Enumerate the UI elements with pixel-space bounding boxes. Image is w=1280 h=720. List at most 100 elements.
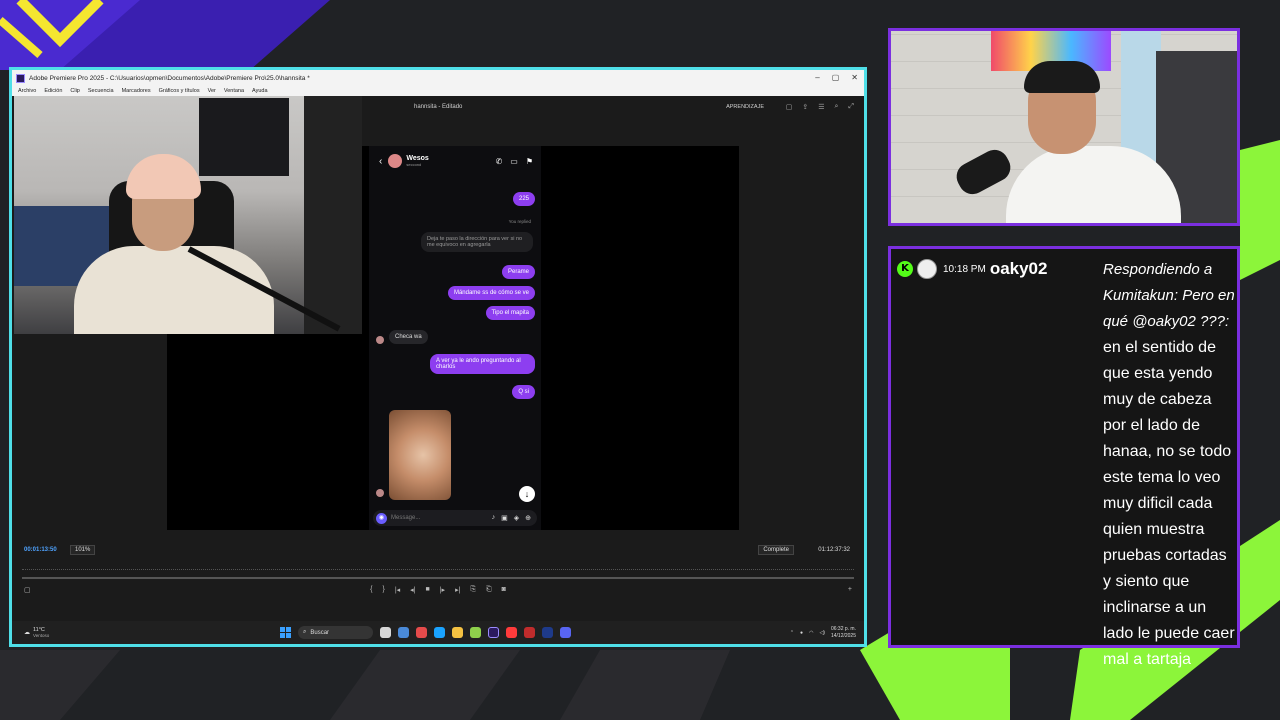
video-icon: ▭ xyxy=(510,156,518,166)
learn-tab[interactable]: APRENDIZAJE xyxy=(726,104,764,110)
user-avatar xyxy=(917,259,937,279)
mark-out-icon[interactable]: } xyxy=(382,586,384,600)
message-bubble-out: Q si xyxy=(512,385,535,399)
mic-tray-icon[interactable]: ● xyxy=(800,630,803,636)
insert-icon[interactable]: ⎘ xyxy=(470,586,476,600)
menu-marcadores[interactable]: Marcadores xyxy=(122,88,151,94)
search-icon[interactable]: ⌕ xyxy=(834,103,838,111)
weather-text: 11°C Ventoso xyxy=(33,627,49,638)
layout-icon[interactable]: ▢ xyxy=(786,103,793,111)
menu-secuencia[interactable]: Secuencia xyxy=(88,88,114,94)
share-icon[interactable]: ⇪ xyxy=(802,103,808,111)
photoshop-icon[interactable] xyxy=(542,627,553,638)
menu-archivo[interactable]: Archivo xyxy=(18,88,36,94)
step-forward-icon[interactable]: |▸ xyxy=(440,586,445,600)
go-to-out-icon[interactable]: ▸| xyxy=(455,586,460,600)
export-frame-icon[interactable]: ◙ xyxy=(502,586,506,600)
recording-icon[interactable] xyxy=(524,627,535,638)
app-icon[interactable] xyxy=(470,627,481,638)
sender-avatar xyxy=(376,489,384,497)
chevron-up-icon[interactable]: ⌃ xyxy=(790,630,794,636)
current-timecode[interactable]: 00:01:13:50 xyxy=(24,547,57,553)
windows-start-icon[interactable] xyxy=(280,627,291,638)
program-timebar: 00:01:13:50 101% Complete 01:12:37:32 xyxy=(12,543,864,557)
shared-screen: Adobe Premiere Pro 2025 - C:\Usuarios\op… xyxy=(9,67,867,647)
transport-controls: ▢ { } |◂ ◂| ■ |▸ ▸| ⎘ ⎗ ◙ + xyxy=(12,586,864,600)
time-ruler[interactable] xyxy=(22,562,854,570)
message-bubble-out: Mándame ss de cómo se ve xyxy=(447,286,535,300)
contact-subtitle: seccond xyxy=(406,162,422,167)
phone-screenshot: ‹ Wesos seccond ✆ ▭ ⚑ 225 You replied De… xyxy=(369,146,541,530)
zoom-select[interactable]: 101% xyxy=(70,545,96,555)
search-icon: ⌕ xyxy=(303,629,307,635)
weather-widget[interactable]: ☁ 11°C Ventoso xyxy=(24,627,49,638)
maximize-button[interactable]: ▢ xyxy=(832,73,840,82)
shelf xyxy=(304,96,362,334)
chat-username: oaky02 xyxy=(989,259,1048,278)
clock-time: 06:32 p. m. xyxy=(830,625,856,632)
mic-icon: ♪ xyxy=(491,514,496,521)
message-bubble-out: Perame xyxy=(501,265,535,279)
reply-context: Respondiendo a Kumitakun: Pero en qué @o… xyxy=(1103,261,1235,330)
menu-icon[interactable]: ☰ xyxy=(818,103,824,111)
document-title: hannsita - Editado xyxy=(414,104,463,110)
chrome-icon[interactable] xyxy=(416,627,427,638)
chat-message: Respondiendo a Kumitakun: Pero en qué @o… xyxy=(1103,257,1239,673)
scroll-down-icon: ↓ xyxy=(519,486,535,502)
marker-icon[interactable]: ▢ xyxy=(24,586,31,594)
add-button-icon[interactable]: + xyxy=(848,586,852,593)
wifi-icon[interactable]: ◠ xyxy=(809,630,813,636)
back-arrow-icon: ‹ xyxy=(379,155,383,167)
contact-info: Wesos seccond xyxy=(406,155,428,167)
chat-header: ‹ Wesos seccond ✆ ▭ ⚑ xyxy=(369,146,541,176)
task-view-icon[interactable] xyxy=(380,627,391,638)
minimize-button[interactable]: – xyxy=(815,73,819,82)
close-button[interactable]: ✕ xyxy=(851,73,858,82)
quality-select[interactable]: Complete xyxy=(758,545,794,555)
streamer-hair xyxy=(1024,61,1100,93)
scrub-bar[interactable] xyxy=(22,577,854,579)
widgets-icon[interactable] xyxy=(398,627,409,638)
menu-ventana[interactable]: Ventana xyxy=(224,88,244,94)
go-to-in-icon[interactable]: |◂ xyxy=(395,586,400,600)
mark-in-icon[interactable]: { xyxy=(370,586,372,600)
menu-bar: Archivo Edición Clip Secuencia Marcadore… xyxy=(12,86,864,96)
discord-icon[interactable] xyxy=(560,627,571,638)
clock-date: 14/12/2025 xyxy=(830,632,856,639)
chat-timestamp: 10:18 PM xyxy=(943,263,986,275)
menu-edicion[interactable]: Edición xyxy=(44,88,62,94)
play-icon[interactable]: ■ xyxy=(426,586,430,600)
message-input: ◉ Message... ♪ ▣ ◈ ⊕ xyxy=(373,510,537,526)
edge-icon[interactable] xyxy=(434,627,445,638)
volume-icon[interactable]: ◁) xyxy=(819,630,825,636)
contact-name: Wesos xyxy=(406,155,429,162)
menu-graficos[interactable]: Gráficos y títulos xyxy=(159,88,200,94)
message-bubble-in: Checa wa xyxy=(389,330,428,344)
step-back-icon[interactable]: ◂| xyxy=(410,586,415,600)
obs-icon[interactable] xyxy=(506,627,517,638)
menu-clip[interactable]: Clip xyxy=(70,88,79,94)
weather-condition: Ventoso xyxy=(33,633,50,638)
replied-message: Deja te paso la dirección para ver si no… xyxy=(421,232,533,252)
message-bubble-out: A ver ya le ando preguntando al charlos xyxy=(430,354,535,374)
window-controls: – ▢ ✕ xyxy=(815,73,858,82)
chat-highlight: K 10:18 PM oaky02 Respondiendo a Kumitak… xyxy=(888,246,1240,668)
streamer-webcam xyxy=(888,28,1240,226)
message-bubble-out: 225 xyxy=(512,192,535,206)
flag-icon: ⚑ xyxy=(525,156,533,166)
premiere-taskbar-icon[interactable] xyxy=(488,627,499,638)
camera-icon: ◉ xyxy=(376,512,387,524)
file-explorer-icon[interactable] xyxy=(452,627,463,638)
menu-ayuda[interactable]: Ayuda xyxy=(252,88,268,94)
taskbar-search[interactable]: ⌕ Buscar xyxy=(298,626,373,639)
clock[interactable]: 06:32 p. m. 14/12/2025 xyxy=(831,626,856,640)
system-tray: ⌃ ● ◠ ◁) 06:32 p. m. 14/12/2025 xyxy=(790,626,856,640)
taskbar-apps: ⌕ Buscar xyxy=(280,626,571,639)
window-title: Adobe Premiere Pro 2025 - C:\Usuarios\op… xyxy=(29,74,310,82)
fullscreen-icon[interactable]: ⤢ xyxy=(848,103,854,111)
wall-poster xyxy=(199,98,289,176)
menu-ver[interactable]: Ver xyxy=(208,88,216,94)
window-title-bar: Adobe Premiere Pro 2025 - C:\Usuarios\op… xyxy=(12,70,864,86)
overwrite-icon[interactable]: ⎗ xyxy=(486,586,492,600)
message-placeholder: Message... xyxy=(391,515,421,521)
